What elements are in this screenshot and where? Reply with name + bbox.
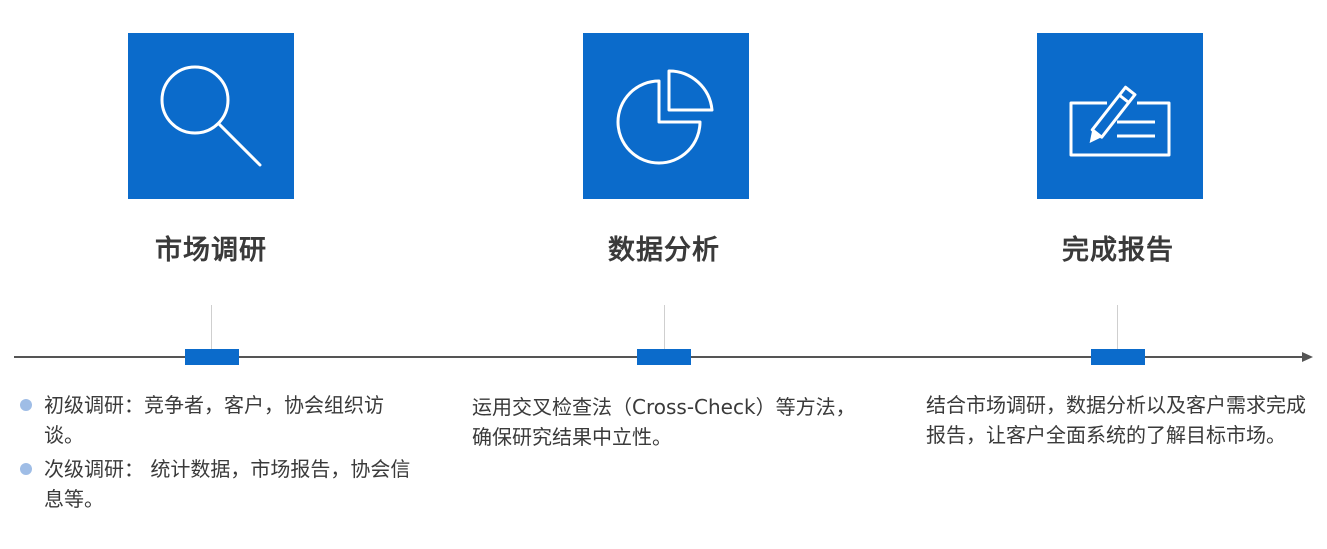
bullet-text: 次级调研： 统计数据，市场报告，协会信息等。 xyxy=(44,457,411,511)
step-3-connector xyxy=(1117,305,1118,350)
step-1-marker xyxy=(185,349,239,365)
step-2-description: 运用交叉检查法（Cross-Check）等方法，确保研究结果中立性。 xyxy=(472,395,856,449)
step-1-description: 初级调研：竞争者，客户，协会组织访谈。 次级调研： 统计数据，市场报告，协会信息… xyxy=(18,390,413,518)
magnifier-icon xyxy=(160,65,262,167)
bullet-icon xyxy=(20,399,32,411)
step-2-title: 数据分析 xyxy=(608,235,720,266)
timeline-arrow-icon xyxy=(1302,352,1313,362)
step-3-description: 结合市场调研，数据分析以及客户需求完成报告，让客户全面系统的了解目标市场。 xyxy=(926,393,1306,447)
pen-document-icon xyxy=(1069,85,1171,157)
step-2-icon-box xyxy=(583,33,749,199)
bullet-icon xyxy=(20,463,32,475)
step-1-bullet-list: 初级调研：竞争者，客户，协会组织访谈。 次级调研： 统计数据，市场报告，协会信息… xyxy=(18,390,413,514)
step-3-icon-box xyxy=(1037,33,1203,199)
step-1-icon-box xyxy=(128,33,294,199)
step-2-marker xyxy=(637,349,691,365)
step-3-marker xyxy=(1091,349,1145,365)
step-1-title: 市场调研 xyxy=(155,235,267,266)
pie-chart-icon xyxy=(616,69,714,165)
step-2-connector xyxy=(664,305,665,350)
bullet-text: 初级调研：竞争者，客户，协会组织访谈。 xyxy=(44,393,384,447)
step-1-connector xyxy=(211,305,212,350)
list-item: 次级调研： 统计数据，市场报告，协会信息等。 xyxy=(18,454,413,514)
list-item: 初级调研：竞争者，客户，协会组织访谈。 xyxy=(18,390,413,450)
step-3-title: 完成报告 xyxy=(1062,235,1174,266)
